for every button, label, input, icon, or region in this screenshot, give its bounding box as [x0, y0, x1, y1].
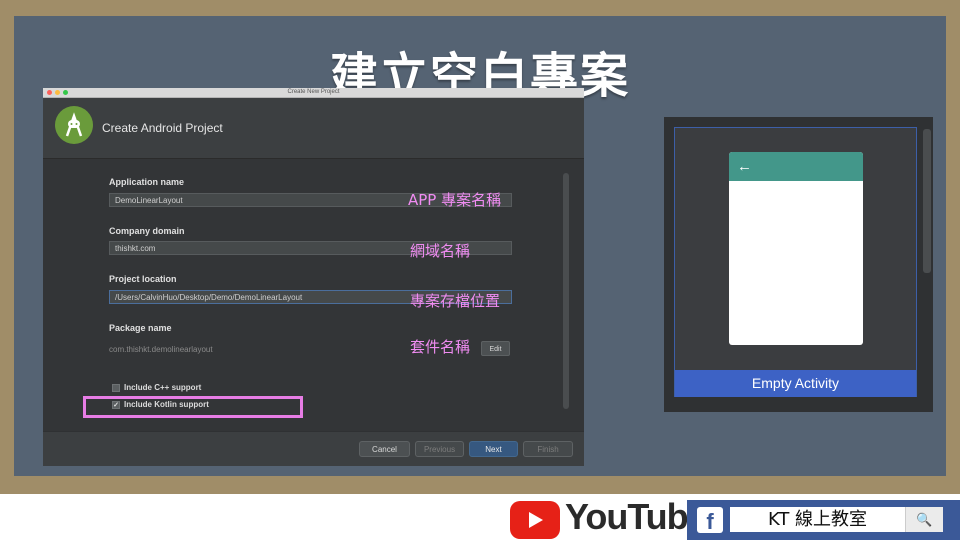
facebook-search-bar: f KT 線上教室 🔍 — [687, 500, 960, 540]
youtube-logo-icon[interactable] — [510, 501, 560, 539]
app-bar: ← — [729, 152, 863, 181]
facebook-icon[interactable]: f — [697, 507, 723, 534]
annotation-package: 套件名稱 — [410, 338, 471, 356]
package-name-label: Package name — [109, 323, 172, 333]
activity-preview-panel: ← Empty Activity — [664, 117, 933, 412]
dialog-content: Application name DemoLinearLayout Compan… — [43, 159, 584, 431]
previous-button[interactable]: Previous — [415, 441, 464, 457]
finish-button[interactable]: Finish — [523, 441, 573, 457]
youtube-wordmark: YouTube — [565, 496, 708, 537]
empty-activity-template[interactable]: ← Empty Activity — [674, 127, 917, 397]
annotation-domain: 網域名稱 — [410, 242, 471, 260]
project-location-label: Project location — [109, 274, 177, 284]
facebook-search-text: KT 線上教室 — [767, 509, 868, 530]
dialog-header: Create Android Project — [43, 98, 584, 159]
package-name-value: com.thishkt.demolinearlayout — [109, 345, 213, 354]
play-icon — [529, 512, 543, 528]
company-domain-label: Company domain — [109, 226, 185, 236]
back-arrow-icon: ← — [737, 158, 752, 175]
kotlin-highlight-box — [83, 396, 303, 418]
phone-mockup: ← — [729, 152, 863, 345]
facebook-search-box[interactable]: KT 線上教室 🔍 — [730, 507, 943, 532]
cpp-support-checkbox-row[interactable]: Include C++ support — [112, 383, 201, 392]
cancel-button[interactable]: Cancel — [359, 441, 410, 457]
edit-package-button[interactable]: Edit — [481, 341, 510, 356]
android-studio-logo-icon — [55, 106, 93, 144]
dialog-scrollbar[interactable] — [563, 173, 569, 409]
dialog-header-title: Create Android Project — [102, 121, 223, 135]
cpp-support-label: Include C++ support — [124, 383, 202, 392]
annotation-app-name: APP 專案名稱 — [408, 191, 502, 209]
window-titlebar: Create New Project — [43, 88, 584, 98]
application-name-label: Application name — [109, 177, 185, 187]
next-button[interactable]: Next — [469, 441, 518, 457]
dialog-button-bar: Cancel Previous Next Finish — [43, 431, 584, 466]
preview-scrollbar[interactable] — [923, 129, 931, 273]
cpp-support-checkbox[interactable] — [112, 383, 120, 392]
empty-activity-label: Empty Activity — [675, 370, 916, 397]
window-title: Create New Project — [287, 89, 340, 95]
magnifier-icon[interactable]: 🔍 — [905, 507, 943, 532]
annotation-location: 專案存檔位置 — [410, 292, 501, 310]
